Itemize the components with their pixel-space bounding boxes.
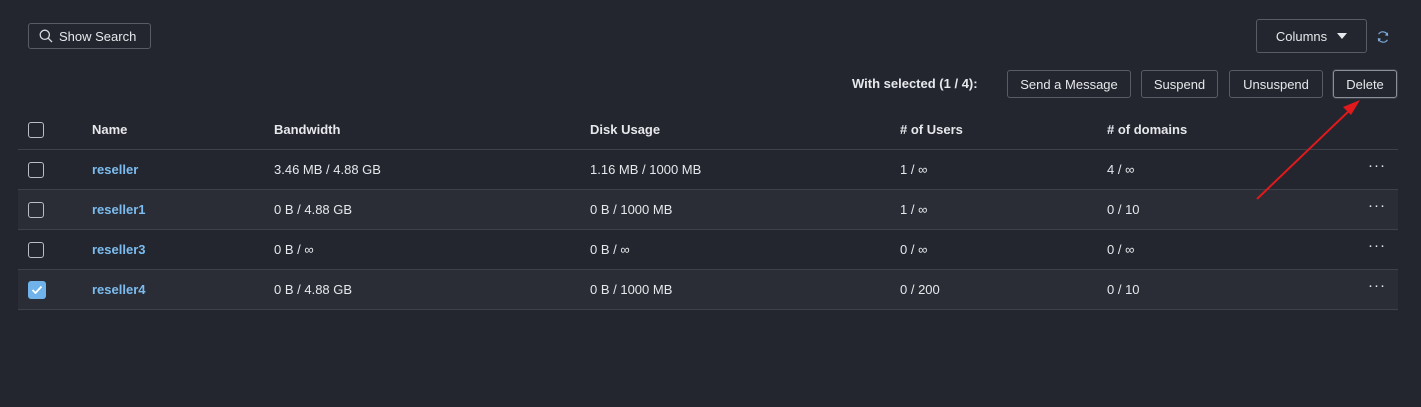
bandwidth-cell: 3.46 MB / 4.88 GB	[274, 162, 381, 177]
with-selected-label: With selected (1 / 4):	[852, 76, 978, 91]
bandwidth-cell: 0 B / ∞	[274, 242, 314, 257]
row-checkbox[interactable]	[28, 201, 44, 218]
reseller-name-link[interactable]: reseller4	[92, 282, 146, 297]
columns-label: Columns	[1275, 28, 1328, 44]
resellers-list-page: Show Search Columns With selected (1 / 4…	[0, 0, 1421, 407]
row-checkbox[interactable]	[28, 161, 44, 178]
more-horizontal-icon[interactable]: ···	[1368, 197, 1386, 214]
disk-usage-cell: 0 B / 1000 MB	[590, 282, 673, 297]
disk-usage-cell: 0 B / ∞	[590, 242, 630, 257]
bandwidth-cell: 0 B / 4.88 GB	[274, 202, 353, 217]
resellers-table: Name Bandwidth Disk Usage # of Users # o…	[18, 110, 1398, 310]
show-search-label: Show Search	[59, 28, 137, 44]
users-cell: 1 / ∞	[900, 202, 928, 217]
unsuspend-button[interactable]: Unsuspend	[1229, 70, 1323, 98]
disk-usage-cell: 1.16 MB / 1000 MB	[590, 162, 702, 177]
more-horizontal-icon[interactable]: ···	[1368, 237, 1386, 254]
domains-cell: 0 / 10	[1107, 202, 1140, 217]
bandwidth-cell: 0 B / 4.88 GB	[274, 282, 353, 297]
users-cell: 1 / ∞	[900, 162, 928, 177]
row-checkbox-checked[interactable]	[28, 280, 46, 299]
disk-usage-cell: 0 B / 1000 MB	[590, 202, 673, 217]
checkmark-icon	[31, 285, 43, 294]
reseller-name-link[interactable]: reseller1	[92, 202, 146, 217]
reseller-name-link[interactable]: reseller3	[92, 242, 146, 257]
users-cell: 0 / 200	[900, 282, 940, 297]
select-all-checkbox[interactable]	[28, 121, 44, 138]
more-horizontal-icon[interactable]: ···	[1368, 277, 1386, 294]
header-domains[interactable]: # of domains	[1107, 110, 1187, 149]
header-disk-usage[interactable]: Disk Usage	[590, 110, 660, 149]
header-users[interactable]: # of Users	[900, 110, 963, 149]
delete-button[interactable]: Delete	[1333, 70, 1397, 98]
row-checkbox[interactable]	[28, 241, 44, 258]
header-bandwidth[interactable]: Bandwidth	[274, 110, 340, 149]
header-name[interactable]: Name	[92, 110, 127, 149]
domains-cell: 4 / ∞	[1107, 162, 1135, 177]
send-message-button[interactable]: Send a Message	[1007, 70, 1131, 98]
suspend-button[interactable]: Suspend	[1141, 70, 1218, 98]
table-row: reseller4 0 B / 4.88 GB 0 B / 1000 MB 0 …	[18, 270, 1398, 310]
search-icon	[39, 29, 53, 43]
refresh-icon[interactable]	[1376, 30, 1390, 44]
users-cell: 0 / ∞	[900, 242, 928, 257]
table-row: reseller1 0 B / 4.88 GB 0 B / 1000 MB 1 …	[18, 190, 1398, 230]
more-horizontal-icon[interactable]: ···	[1368, 157, 1386, 174]
show-search-button[interactable]: Show Search	[28, 23, 151, 49]
domains-cell: 0 / 10	[1107, 282, 1140, 297]
table-row: reseller 3.46 MB / 4.88 GB 1.16 MB / 100…	[18, 150, 1398, 190]
caret-down-icon	[1337, 33, 1348, 39]
reseller-name-link[interactable]: reseller	[92, 162, 138, 177]
domains-cell: 0 / ∞	[1107, 242, 1135, 257]
table-row: reseller3 0 B / ∞ 0 B / ∞ 0 / ∞ 0 / ∞ ··…	[18, 230, 1398, 270]
table-header-row: Name Bandwidth Disk Usage # of Users # o…	[18, 110, 1398, 150]
columns-dropdown-button[interactable]: Columns	[1256, 19, 1367, 53]
